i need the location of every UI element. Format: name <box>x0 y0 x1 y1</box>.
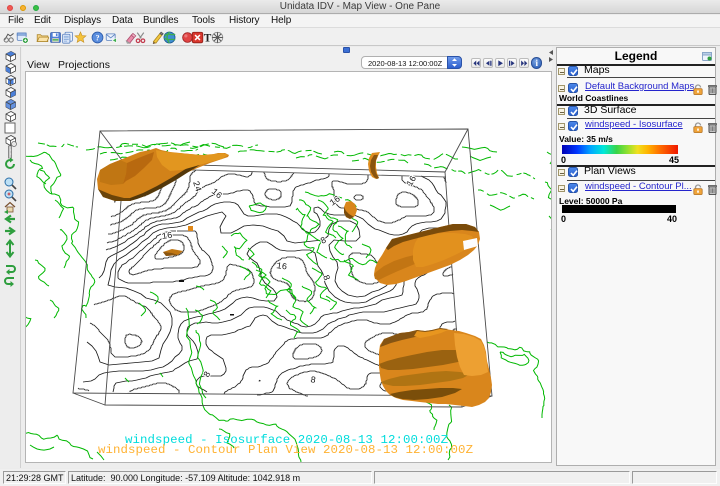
svg-text:16: 16 <box>209 187 224 202</box>
svg-text:16: 16 <box>328 194 343 208</box>
svg-text:windspeed - Contour Plan View: windspeed - Contour Plan View 2020-08-13… <box>98 443 473 457</box>
svg-text:16: 16 <box>276 261 288 272</box>
svg-text:24: 24 <box>190 180 203 193</box>
svg-text:8: 8 <box>309 375 316 386</box>
svg-text:16: 16 <box>161 231 173 242</box>
svg-text:?: ? <box>95 33 99 42</box>
svg-text:8: 8 <box>202 370 213 380</box>
